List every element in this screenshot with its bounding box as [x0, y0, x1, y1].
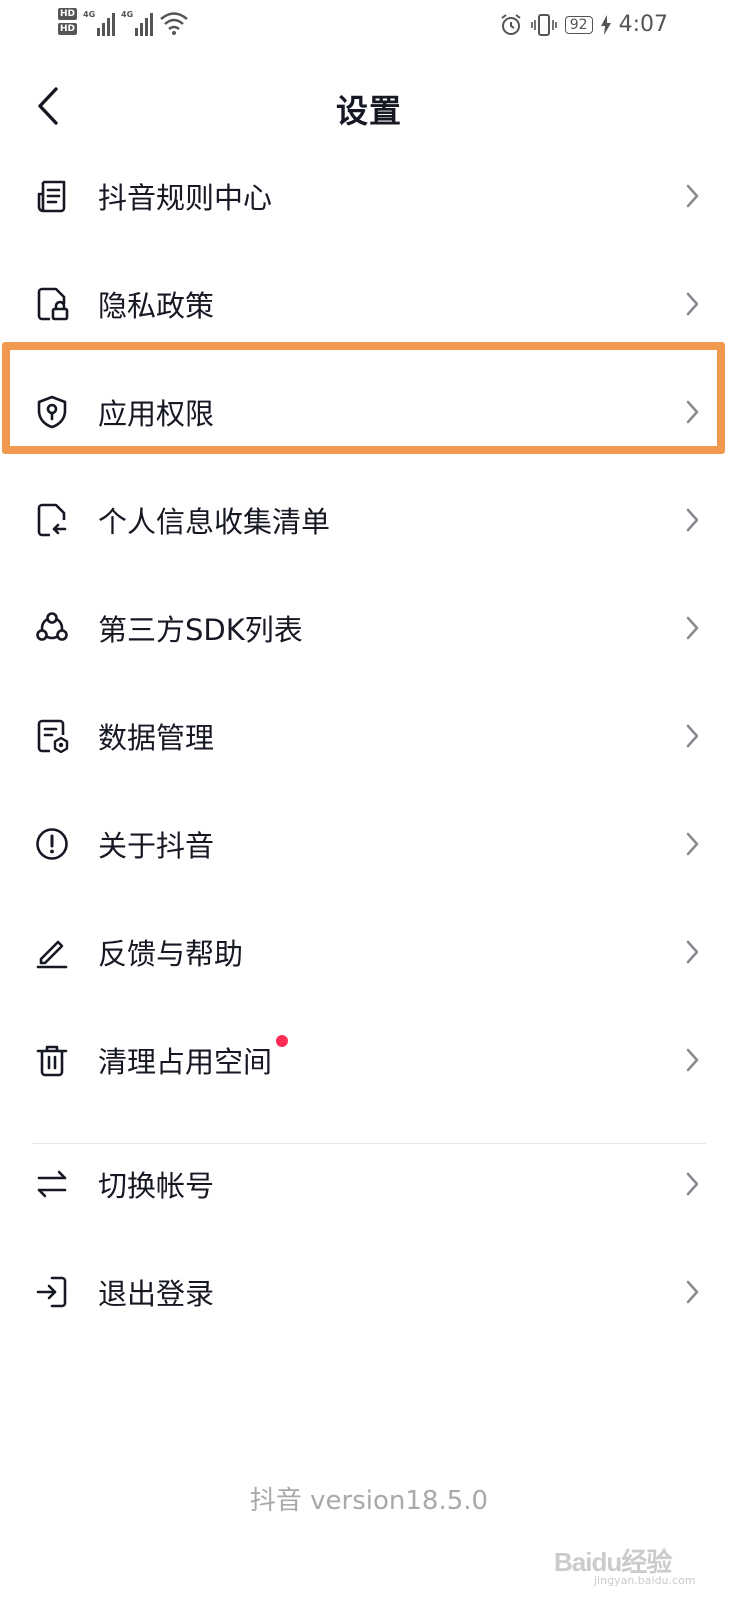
shield-permission-icon [37, 395, 67, 429]
edit-pen-icon [36, 940, 68, 969]
menu-item-label-text: 清理占用空间 [98, 1045, 273, 1079]
watermark-subtext: jingyan.baidu.com [594, 1574, 696, 1587]
chevron-right-icon [686, 292, 699, 316]
menu-item-logout[interactable]: 退出登录 [0, 1238, 738, 1346]
chevron-right-icon [686, 184, 699, 208]
hd-indicators: HD HD [58, 8, 78, 35]
status-bar: HD HD 4G 4G 92 4:07 [0, 0, 738, 56]
status-left: HD HD 4G 4G [58, 8, 189, 36]
menu-item-label: 个人信息收集清单 [98, 505, 331, 539]
chevron-right-icon [686, 508, 699, 532]
menu-item-label: 隐私政策 [98, 289, 215, 323]
chevron-right-icon [686, 1048, 699, 1072]
menu-item-privacy-policy[interactable]: 隐私政策 [0, 250, 738, 358]
document-list-icon [37, 180, 66, 213]
status-time: 4:07 [618, 12, 668, 37]
baidu-watermark: Baidu经验 jingyan.baidu.com [554, 1542, 704, 1592]
menu-item-label: 应用权限 [98, 397, 215, 431]
chevron-right-icon [686, 1172, 699, 1196]
data-settings-icon [37, 719, 69, 754]
file-transfer-icon [37, 503, 67, 537]
menu-item-label: 第三方SDK列表 [98, 613, 303, 647]
switch-arrows-icon [37, 1170, 67, 1198]
chevron-right-icon [686, 724, 699, 748]
menu-item-data-management[interactable]: 数据管理 [0, 682, 738, 790]
charging-icon [600, 14, 611, 35]
menu-item-label: 反馈与帮助 [98, 937, 244, 971]
menu-item-feedback-help[interactable]: 反馈与帮助 [0, 898, 738, 1006]
menu-item-label: 切换帐号 [98, 1169, 215, 1203]
vibrate-icon [530, 13, 557, 36]
signal-icon-2: 4G [121, 8, 154, 36]
header: 设置 [0, 72, 738, 142]
info-circle-icon [36, 828, 68, 860]
menu-item-switch-account[interactable]: 切换帐号 [0, 1130, 738, 1238]
menu-item-personal-info-list[interactable]: 个人信息收集清单 [0, 466, 738, 574]
chevron-right-icon [686, 832, 699, 856]
privacy-lock-icon [37, 287, 69, 321]
alarm-icon [501, 13, 521, 35]
menu-item-label: 退出登录 [98, 1277, 215, 1311]
menu-item-app-permissions[interactable]: 应用权限 [0, 358, 738, 466]
signal-icon-1: 4G [83, 8, 116, 36]
menu-item-label: 清理占用空间 [98, 1035, 289, 1081]
network-type-1: 4G [83, 10, 96, 19]
menu-item-rules-center[interactable]: 抖音规则中心 [0, 142, 738, 250]
chevron-right-icon [686, 940, 699, 964]
menu-item-label: 数据管理 [98, 721, 215, 755]
menu-item-about-douyin[interactable]: 关于抖音 [0, 790, 738, 898]
chevron-right-icon [686, 1280, 699, 1304]
chevron-right-icon [686, 616, 699, 640]
menu-item-label: 关于抖音 [98, 829, 215, 863]
menu-item-third-party-sdk[interactable]: 第三方SDK列表 [0, 574, 738, 682]
battery-icon: 92 [564, 15, 593, 34]
red-dot-badge [276, 1035, 289, 1047]
sdk-nodes-icon [36, 612, 68, 641]
network-type-2: 4G [121, 10, 134, 19]
menu-item-clear-storage[interactable]: 清理占用空间 [0, 1006, 738, 1114]
logout-icon [36, 1276, 67, 1308]
page-title: 设置 [335, 92, 402, 130]
hd-badge-2: HD [58, 23, 78, 35]
version-label: 抖音 version18.5.0 [249, 1486, 489, 1516]
status-right: 92 4:07 [499, 12, 668, 37]
wifi-icon [160, 12, 188, 35]
hd-badge-1: HD [58, 8, 78, 20]
trash-icon [36, 1045, 68, 1077]
chevron-right-icon [686, 400, 699, 424]
menu-item-label: 抖音规则中心 [98, 181, 273, 215]
